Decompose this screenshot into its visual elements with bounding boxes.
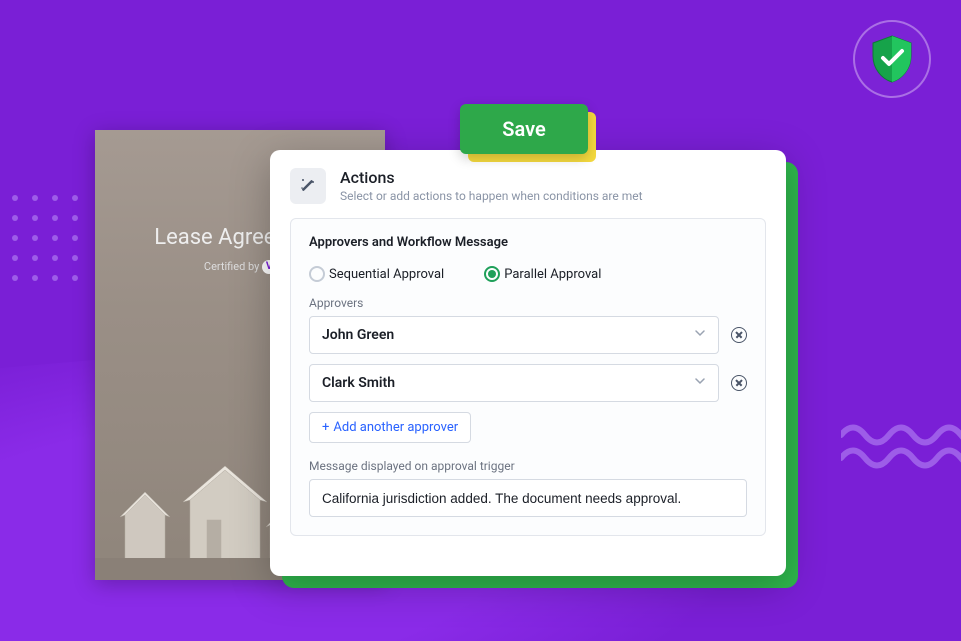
actions-subtitle: Select or add actions to happen when con…	[340, 189, 643, 203]
magic-wand-icon	[290, 168, 326, 204]
remove-approver-button-2[interactable]	[731, 375, 747, 391]
message-label: Message displayed on approval trigger	[309, 459, 747, 473]
save-button[interactable]: Save	[460, 104, 588, 154]
actions-card: Actions Select or add actions to happen …	[270, 150, 786, 576]
chevron-down-icon	[694, 327, 706, 343]
remove-approver-button-1[interactable]	[731, 327, 747, 343]
approvers-section: Approvers and Workflow Message Sequentia…	[290, 218, 766, 536]
radio-sequential-approval[interactable]: Sequential Approval	[309, 266, 444, 282]
approvers-label: Approvers	[309, 296, 747, 310]
radio-parallel-approval[interactable]: Parallel Approval	[484, 266, 601, 282]
security-shield-badge	[853, 20, 931, 98]
chevron-down-icon	[694, 375, 706, 391]
approver-select-1[interactable]: John Green	[309, 316, 719, 354]
decorative-wavy-lines	[841, 420, 961, 470]
radio-checked-icon	[484, 266, 500, 282]
section-title: Approvers and Workflow Message	[309, 235, 747, 250]
decorative-dot-grid	[0, 195, 92, 295]
actions-title: Actions	[340, 168, 643, 187]
radio-unchecked-icon	[309, 266, 325, 282]
approval-message-input[interactable]	[309, 479, 747, 517]
add-another-approver-button[interactable]: + Add another approver	[309, 412, 471, 443]
plus-icon: +	[322, 420, 329, 435]
approver-select-2[interactable]: Clark Smith	[309, 364, 719, 402]
